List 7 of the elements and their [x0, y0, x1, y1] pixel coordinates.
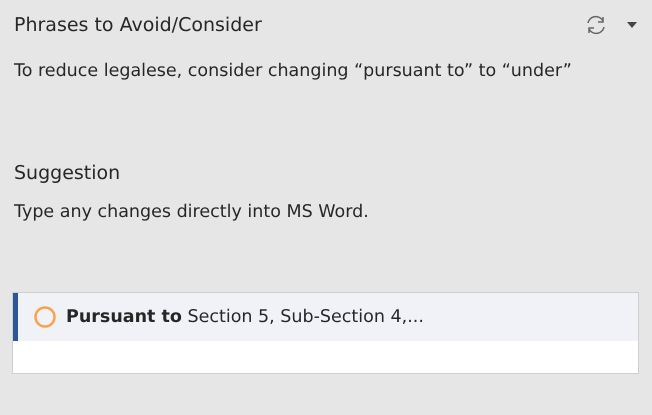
result-item[interactable]: Pursuant to Section 5, Sub-Section 4,... [13, 293, 638, 341]
section-heading: Suggestion [14, 162, 122, 184]
message-text: To reduce legalese, consider changing “pursuant to” to “under” [14, 60, 573, 83]
circle-icon [34, 306, 56, 328]
dropdown-caret-icon[interactable] [626, 21, 638, 29]
panel-title: Phrases to Avoid/Consider [14, 14, 263, 36]
suggestion-text: Type any changes directly into MS Word. [14, 202, 370, 222]
